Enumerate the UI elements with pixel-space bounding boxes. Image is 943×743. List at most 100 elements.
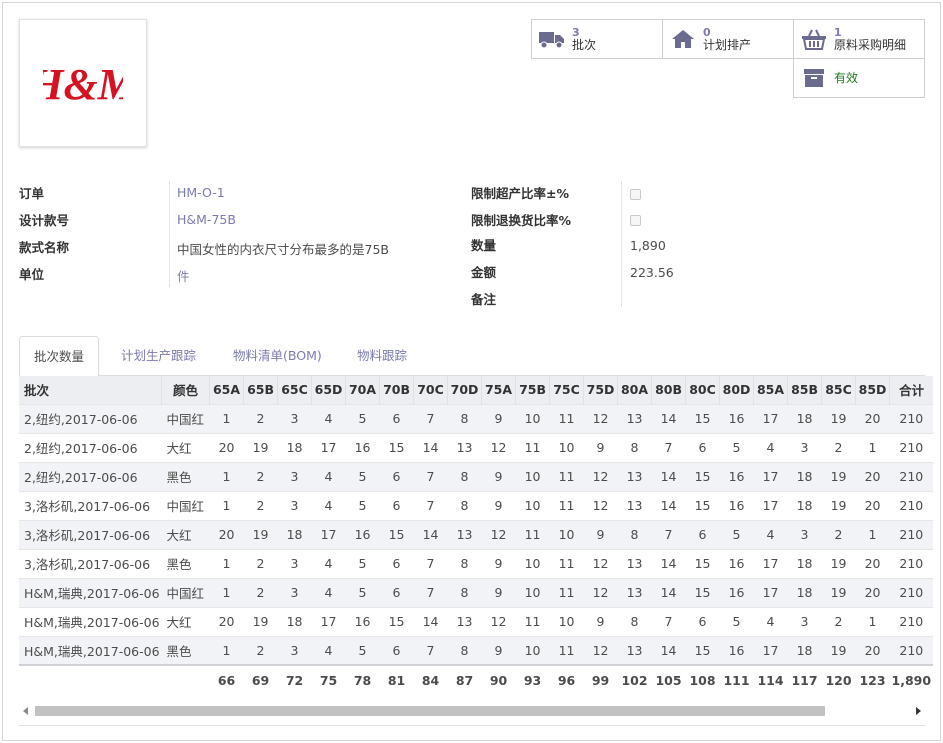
table-row[interactable]: H&M,瑞典,2017-06-06 中国红 1 2 3 4 5 6 7 8 9 10 11 12 13 14 1… [19,577,934,607]
truck-icon [532,29,572,49]
quantity-cell: 18 [787,577,822,607]
column-header[interactable]: 85A [753,376,788,404]
column-header[interactable]: 70D [447,376,482,404]
table-row[interactable]: 3,洛杉矶,2017-06-06 中国红 1 2 3 4 5 6 7 8 9 10 11 12 13 14 15… [19,490,934,520]
column-header[interactable]: 85B [787,376,822,404]
tab-bom[interactable]: 物料清单(BOM) [219,336,336,376]
table-header-row: 批次 颜色 65A 65B 65C 65D 70A 70B 70C 70D 75A 75B 75C 75D… [19,376,934,404]
design-no-link[interactable]: H&M-75B [177,212,236,227]
column-header[interactable]: 75D [583,376,618,404]
color-cell: 中国红 [161,490,210,520]
hm-logo: H&M [43,60,123,109]
column-header[interactable]: 70A [345,376,380,404]
quantity-cell: 1 [209,403,244,433]
total-cell: 1,890 [889,664,934,694]
horizontal-scrollbar[interactable] [19,704,925,718]
column-header[interactable]: 75C [549,376,584,404]
notebook-tabs: 批次数量 计划生产跟踪 物料清单(BOM) 物料跟踪 [19,336,925,377]
batch-cell: H&M,瑞典,2017-06-06 [19,635,162,665]
quantity-cell: 210 [889,635,934,665]
tab-production-tracking[interactable]: 计划生产跟踪 [107,336,210,376]
table-row[interactable]: 2,纽约,2017-06-06 大红 20 19 18 17 16 15 14 13 12 11 10 9… [19,432,934,462]
tab-batch-quantity[interactable]: 批次数量 [19,336,100,377]
order-link[interactable]: HM-O-1 [177,185,225,200]
column-header[interactable]: 65A [209,376,244,404]
column-header[interactable]: 65C [277,376,312,404]
quantity-cell: 1 [209,635,244,665]
color-cell: 中国红 [161,577,210,607]
quantity-cell: 9 [481,490,516,520]
quantity-cell: 15 [685,577,720,607]
purchase-detail-button[interactable]: 1 原料采购明细 [793,19,925,59]
product-image[interactable]: H&M [19,19,147,147]
column-header[interactable]: 80A [617,376,652,404]
color-cell: 中国红 [161,403,210,433]
quantity-cell: 12 [583,403,618,433]
quantity-cell: 2 [243,577,278,607]
column-header[interactable]: 80D [719,376,754,404]
column-header[interactable]: 颜色 [161,376,210,404]
column-header[interactable]: 75B [515,376,550,404]
plans-button[interactable]: 0 计划排产 [662,19,794,59]
quantity-cell: 11 [549,548,584,578]
overproduction-rate-checkbox[interactable] [630,189,641,200]
quantity-cell: 6 [379,548,414,578]
quantity-cell: 10 [549,519,584,549]
table-row[interactable]: 2,纽约,2017-06-06 中国红 1 2 3 4 5 6 7 8 9 10 11 12 13 14 15 1… [19,403,934,433]
total-cell: 81 [379,664,414,694]
quantity-cell: 10 [515,461,550,491]
quantity-cell: 17 [753,548,788,578]
column-header[interactable]: 80C [685,376,720,404]
column-header[interactable]: 85C [821,376,856,404]
status-button[interactable]: 有效 [793,58,925,98]
quantity-cell: 13 [617,635,652,665]
column-header[interactable]: 合计 [889,376,934,404]
quantity-cell: 18 [787,461,822,491]
tab-material-tracking[interactable]: 物料跟踪 [343,336,421,376]
column-header[interactable]: 70C [413,376,448,404]
quantity-cell: 210 [889,432,934,462]
quantity-cell: 4 [753,432,788,462]
quantity-cell: 19 [243,606,278,636]
scrollbar-thumb[interactable] [35,706,825,716]
table-row[interactable]: H&M,瑞典,2017-06-06 黑色 1 2 3 4 5 6 7 8 9 10 11 12 13 14 15… [19,635,934,665]
right-field-separator [621,181,622,307]
unit-link[interactable]: 件 [177,266,190,285]
quantity-cell: 9 [481,548,516,578]
scroll-right-icon[interactable] [916,707,921,715]
quantity-cell: 10 [515,403,550,433]
quantity-cell: 14 [413,519,448,549]
quantity-cell: 20 [855,635,890,665]
quantity-cell: 16 [719,548,754,578]
quantity-cell: 8 [617,432,652,462]
table-row[interactable]: 3,洛杉矶,2017-06-06 黑色 1 2 3 4 5 6 7 8 9 10 11 12 13 14 15 1… [19,548,934,578]
quantity-cell: 8 [447,635,482,665]
quantity-cell: 18 [277,432,312,462]
column-header[interactable]: 批次 [19,376,162,404]
column-header[interactable]: 65D [311,376,346,404]
column-header[interactable]: 80B [651,376,686,404]
total-cell: 117 [787,664,822,694]
batch-cell: 3,洛杉矶,2017-06-06 [19,519,162,549]
batches-button[interactable]: 3 批次 [531,19,663,59]
column-header[interactable]: 85D [855,376,890,404]
quantity-cell: 7 [413,577,448,607]
quantity-cell: 13 [617,490,652,520]
return-rate-checkbox[interactable] [630,215,641,226]
order-label: 订单 [19,186,45,201]
batch-cell: 2,纽约,2017-06-06 [19,461,162,491]
column-header[interactable]: 65B [243,376,278,404]
table-row[interactable]: H&M,瑞典,2017-06-06 大红 20 19 18 17 16 15 14 13 12 11 1… [19,606,934,636]
table-row[interactable]: 2,纽约,2017-06-06 黑色 1 2 3 4 5 6 7 8 9 10 11 12 13 14 15 16… [19,461,934,491]
status-label: 有效 [834,70,859,85]
scroll-left-icon[interactable] [23,707,28,715]
column-header[interactable]: 70B [379,376,414,404]
table-row[interactable]: 3,洛杉矶,2017-06-06 大红 20 19 18 17 16 15 14 13 12 11 10… [19,519,934,549]
quantity-cell: 18 [787,548,822,578]
quantity-cell: 1 [209,461,244,491]
quantity-cell: 3 [787,606,822,636]
quantity-cell: 20 [855,461,890,491]
total-cell: 96 [549,664,584,694]
column-header[interactable]: 75A [481,376,516,404]
quantity-cell: 10 [515,635,550,665]
